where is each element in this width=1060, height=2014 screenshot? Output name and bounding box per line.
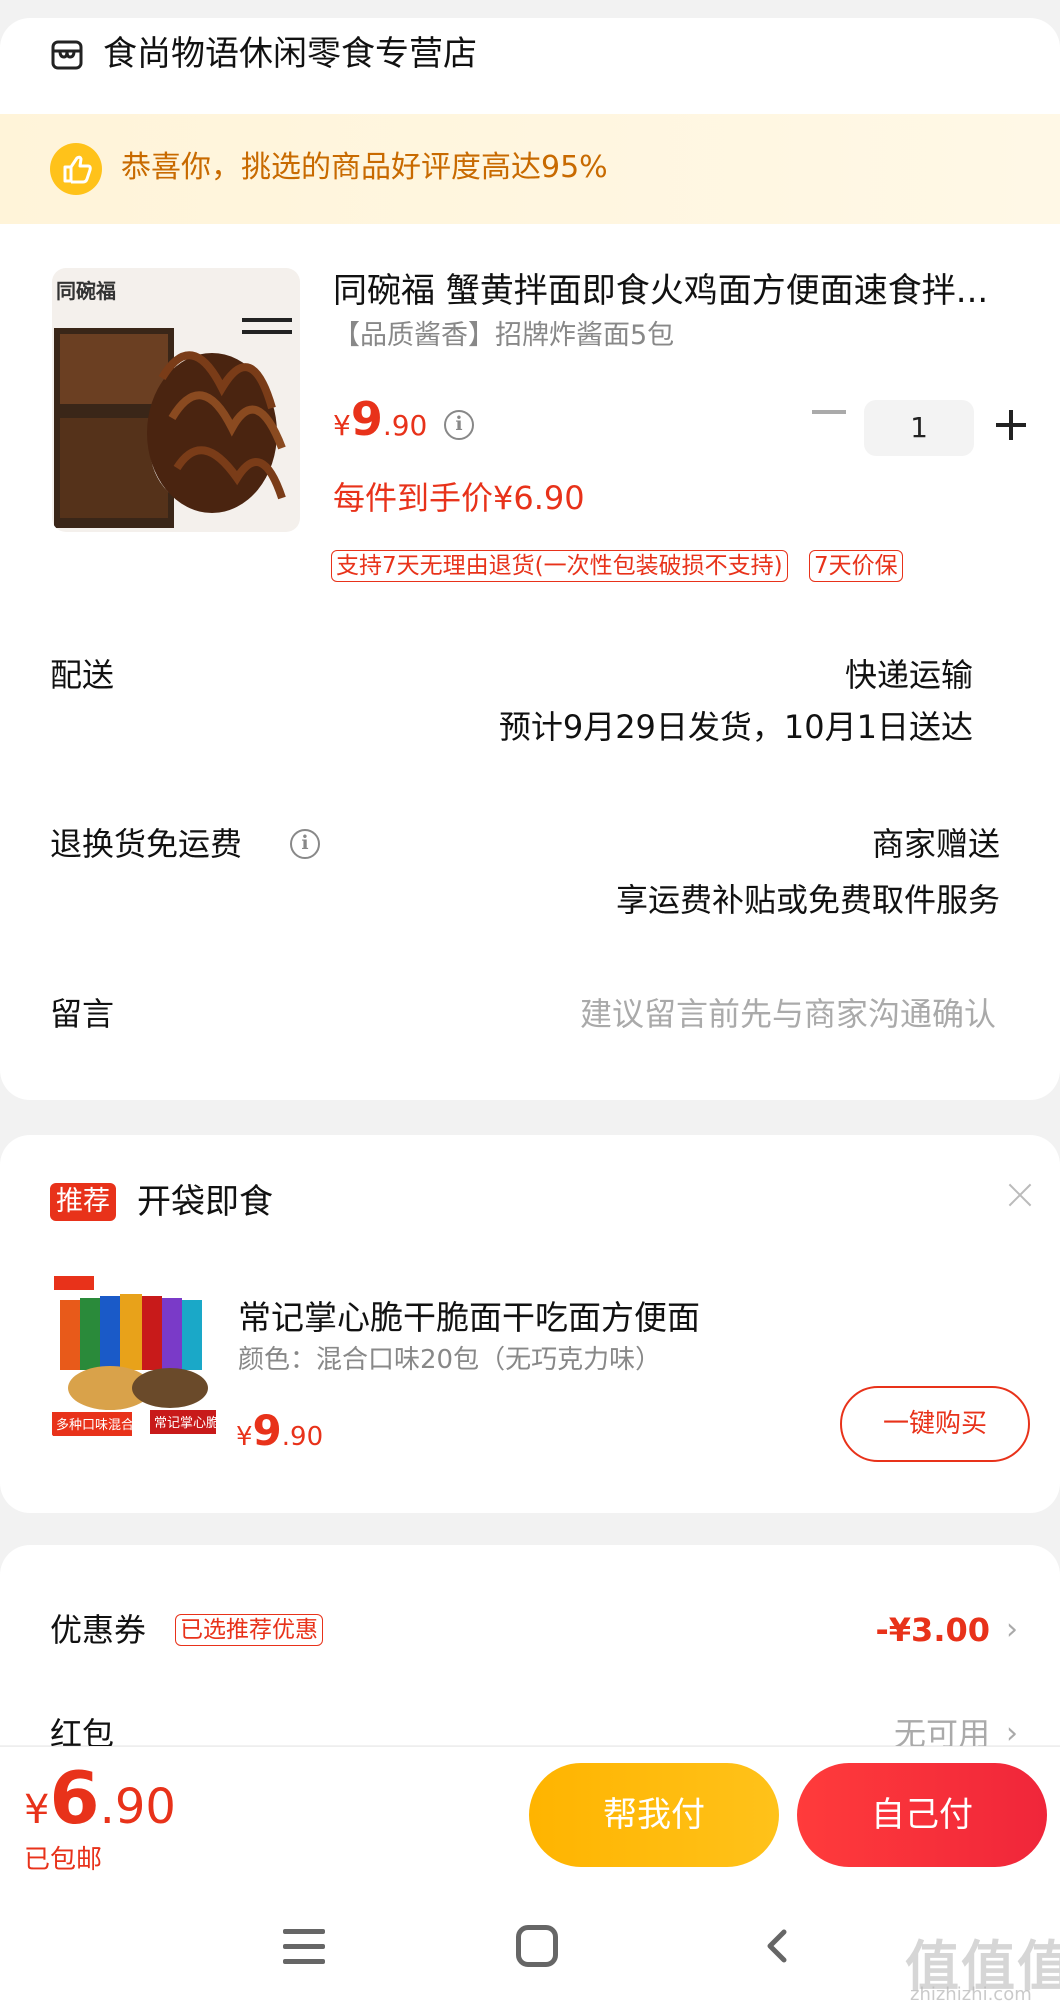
thumbs-up-icon — [50, 143, 102, 195]
product-image[interactable]: 同碗福 — [52, 268, 300, 532]
quantity-increase-button[interactable] — [996, 410, 1026, 440]
message-label: 留言 — [50, 995, 115, 1033]
back-icon[interactable] — [760, 1928, 796, 1964]
one-click-buy-button[interactable]: 一键购买 — [840, 1386, 1030, 1462]
svg-text:多种口味混合装: 多种口味混合装 — [56, 1417, 147, 1433]
coupon-selected-tag: 已选推荐优惠 — [175, 1614, 323, 1646]
coupon-chevron-right-icon[interactable]: › — [1006, 1608, 1018, 1652]
return-shipping-value: 商家赠送 — [871, 825, 1000, 863]
store-icon — [51, 40, 83, 70]
delivery-label: 配送 — [50, 656, 115, 694]
return-shipping-info-icon[interactable]: i — [290, 829, 320, 859]
final-price: 每件到手价¥6.90 — [333, 479, 585, 517]
quantity-input[interactable]: 1 — [864, 400, 974, 456]
recommend-product-sku: 颜色：混合口味20包（无巧克力味） — [238, 1345, 662, 1375]
watermark-url: zhizhizhi.com — [910, 1984, 1032, 2005]
return-shipping-label: 退换货免运费 — [50, 825, 243, 863]
recommend-product-image[interactable]: 多种口味混合装 常记掌心脆 — [50, 1270, 220, 1440]
recent-apps-icon[interactable] — [283, 1927, 325, 1967]
price-protect-tag[interactable]: 7天价保 — [809, 550, 903, 582]
delivery-estimate: 预计9月29日发货，10月1日送达 — [498, 708, 973, 746]
recommend-product-price: ¥9.90 — [236, 1406, 324, 1455]
home-icon[interactable] — [516, 1925, 558, 1967]
recommend-product-name[interactable]: 常记掌心脆干脆面干吃面方便面 — [238, 1296, 700, 1340]
delivery-method[interactable]: 快递运输 — [845, 653, 973, 697]
total-price: ¥6.90 — [24, 1756, 176, 1840]
message-input[interactable]: 建议留言前先与商家沟通确认 — [580, 992, 996, 1036]
return-shipping-detail: 享运费补贴或免费取件服务 — [615, 881, 1000, 919]
recommend-badge: 推荐 — [50, 1183, 116, 1221]
coupon-label: 优惠券 — [50, 1611, 147, 1649]
self-pay-button[interactable]: 自己付 — [797, 1763, 1047, 1867]
svg-text:同碗福: 同碗福 — [56, 279, 116, 303]
help-pay-button[interactable]: 帮我付 — [529, 1763, 779, 1867]
recommendation-title: 开袋即食 — [137, 1182, 273, 1222]
svg-text:常记掌心脆: 常记掌心脆 — [154, 1415, 219, 1431]
quantity-decrease-button[interactable] — [812, 410, 846, 414]
coupon-value[interactable]: -¥3.00 — [876, 1608, 991, 1652]
product-title[interactable]: 同碗福 蟹黄拌面即食火鸡面方便面速食拌... — [333, 268, 1033, 314]
store-name[interactable]: 食尚物语休闲零食专营店 — [103, 32, 477, 76]
product-sku[interactable]: 【品质酱香】招牌炸酱面5包 — [333, 317, 674, 355]
price-info-icon[interactable]: i — [444, 410, 474, 440]
return-policy-tag[interactable]: 支持7天无理由退货(一次性包装破损不支持) — [331, 550, 788, 582]
close-icon[interactable] — [1005, 1180, 1035, 1210]
rating-banner-text: 恭喜你，挑选的商品好评度高达95% — [121, 150, 608, 185]
free-shipping-note: 已包邮 — [24, 1845, 103, 1875]
product-price: ¥9.90 — [333, 392, 428, 446]
